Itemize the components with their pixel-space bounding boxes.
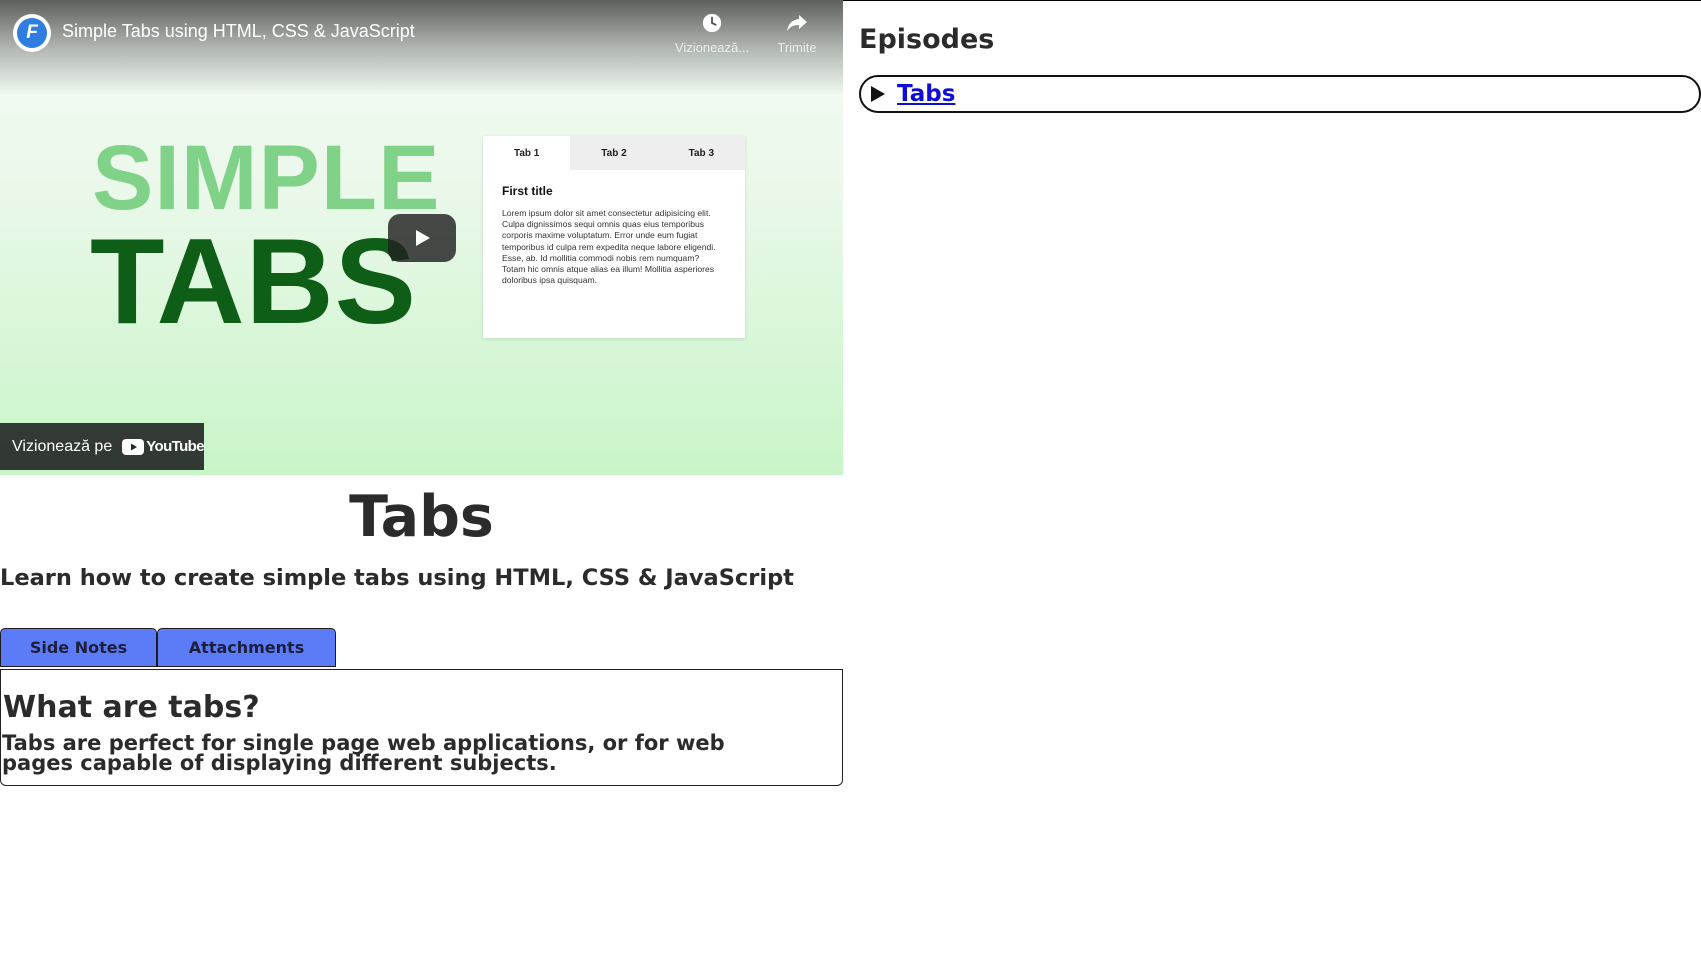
panel-heading: What are tabs? [3,690,260,725]
tab-panel: What are tabs? Tabs are perfect for sing… [0,669,843,786]
episode-link-tabs[interactable]: Tabs [897,81,955,107]
watch-on-label: Vizionează pe [12,437,113,455]
video-player[interactable]: F Simple Tabs using HTML, CSS & JavaScri… [0,0,843,475]
share-label: Trimite [777,40,817,55]
thumbnail-headline-simple: SIMPLE [92,127,441,229]
lesson-subtitle: Learn how to create simple tabs using HT… [0,565,794,591]
watch-later-button[interactable]: Vizionează... [672,12,752,55]
episode-item[interactable]: Tabs [859,75,1701,113]
play-button[interactable] [388,214,456,262]
youtube-play-icon [122,438,145,455]
panel-text: Tabs are perfect for single page web app… [2,731,725,775]
youtube-wordmark: YouTube [146,438,204,455]
video-title[interactable]: Simple Tabs using HTML, CSS & JavaScript [62,21,415,42]
play-icon [416,230,430,246]
share-button[interactable]: Trimite [757,12,837,55]
thumbnail-headline-tabs: TABS [90,213,418,349]
watch-later-label: Vizionează... [674,40,750,55]
lesson-title: Tabs [349,484,494,550]
share-icon [787,15,807,31]
thumbnail-card-title: First title [502,184,553,198]
channel-logo[interactable]: F [13,14,51,52]
disclosure-triangle-icon[interactable] [871,86,885,102]
thumbnail-card-tab: Tab 2 [570,136,658,170]
watch-on-youtube-button[interactable]: Vizionează pe YouTube [0,423,205,470]
thumbnail-card-tab-bar: Tab 1 Tab 2 Tab 3 [483,136,745,170]
thumbnail-card-tab: Tab 1 [483,136,571,170]
tab-side-notes[interactable]: Side Notes [0,628,157,667]
youtube-logo: YouTube [122,438,205,455]
thumbnail-tabs-card: Tab 1 Tab 2 Tab 3 First title Lorem ipsu… [483,136,745,338]
thumbnail-card-body: Lorem ipsum dolor sit amet consectetur a… [502,208,716,286]
clock-icon [702,13,722,33]
tab-attachments[interactable]: Attachments [157,628,336,667]
episodes-heading: Episodes [859,24,995,55]
thumbnail-card-tab: Tab 3 [657,136,745,170]
top-divider [843,0,1701,1]
channel-logo-letter: F [17,18,47,48]
